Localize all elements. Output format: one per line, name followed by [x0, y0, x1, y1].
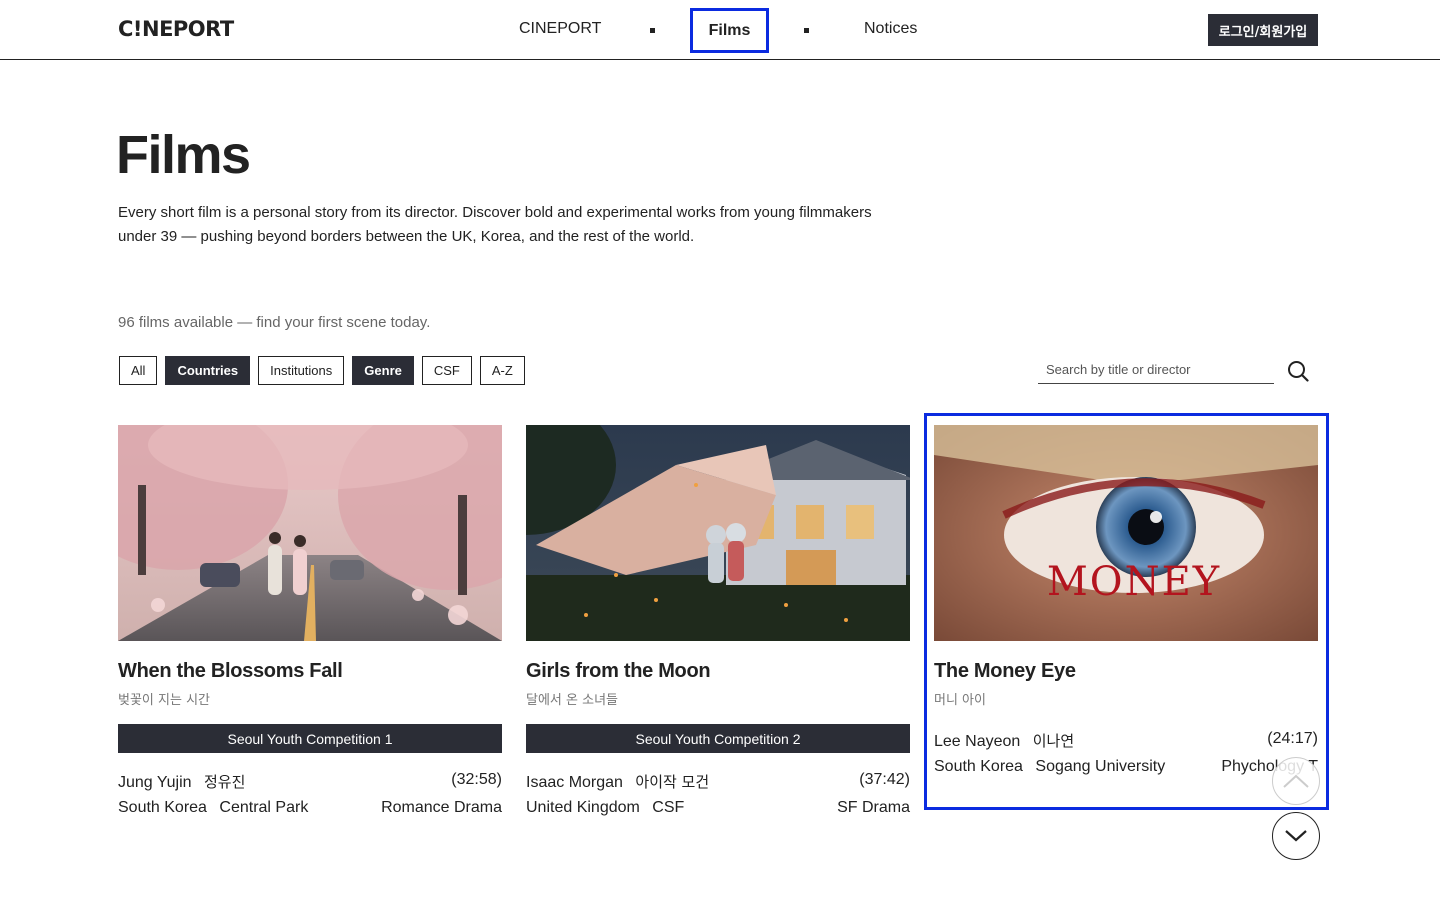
filter-all[interactable]: All	[119, 356, 158, 385]
film-country: United Kingdom	[526, 799, 640, 816]
director-name: Lee Nayeon	[934, 733, 1021, 750]
director-row: Lee Nayeon 이나연 (24:17)	[934, 730, 1318, 750]
film-country: South Korea	[118, 799, 207, 816]
page-description: Every short film is a personal story fro…	[118, 204, 872, 245]
nav-separator-dot	[804, 28, 809, 33]
director-name: Isaac Morgan	[526, 774, 623, 791]
director-name-korean: 아이작 모건	[635, 773, 710, 791]
film-thumbnail[interactable]	[118, 425, 502, 641]
competition-badge: Seoul Youth Competition 2	[526, 724, 910, 753]
film-card[interactable]: When the Blossoms Fall 벚꽃이 지는 시간 Seoul Y…	[118, 425, 502, 819]
film-info-row: South Korea Sogang University Phychology…	[934, 758, 1318, 778]
filter-genre[interactable]: Genre	[352, 356, 414, 385]
film-duration: (24:17)	[1267, 730, 1318, 747]
search-input[interactable]	[1038, 356, 1274, 383]
film-title[interactable]: The Money Eye	[934, 660, 1318, 683]
filter-institutions[interactable]: Institutions	[258, 356, 345, 385]
competition-badge: Seoul Youth Competition 1	[118, 724, 502, 753]
director-row: Isaac Morgan 아이작 모건 (37:42)	[526, 771, 910, 791]
film-title[interactable]: When the Blossoms Fall	[118, 660, 502, 683]
film-genre: SF Drama	[837, 799, 910, 816]
page-title: Films	[116, 125, 251, 185]
film-institution: Sogang University	[1035, 758, 1166, 775]
poster-money-text: MONEY	[1047, 559, 1221, 605]
search-field	[1038, 356, 1274, 384]
nav-films[interactable]: Films	[690, 8, 769, 53]
film-thumbnail[interactable]	[526, 425, 910, 641]
director-name-korean: 정유진	[204, 773, 246, 791]
director-name-korean: 이나연	[1032, 732, 1075, 750]
film-country: South Korea	[934, 758, 1023, 775]
scroll-down-button[interactable]	[1272, 812, 1320, 860]
film-title-korean: 달에서 온 소녀들	[526, 693, 618, 708]
site-header: C!NEPORT CINEPORT Films Notices 로그인/회원가입	[0, 0, 1440, 60]
nav-notices[interactable]: Notices	[864, 20, 917, 38]
filter-countries[interactable]: Countries	[165, 356, 251, 385]
search-icon[interactable]	[1286, 359, 1310, 383]
filter-csf[interactable]: CSF	[421, 356, 472, 385]
director-name: Jung Yujin	[118, 774, 192, 791]
film-genre: Romance Drama	[381, 799, 502, 816]
film-card[interactable]: Girls from the Moon 달에서 온 소녀들 Seoul Yout…	[526, 425, 910, 819]
nav-separator-dot	[650, 28, 655, 33]
film-title-korean: 머니 아이	[934, 693, 986, 708]
film-info-row: South Korea Central Park Romance Drama	[118, 799, 502, 819]
scroll-up-button[interactable]	[1272, 757, 1320, 805]
director-row: Jung Yujin 정유진 (32:58)	[118, 771, 502, 791]
films-count: 96 films available — find your first sce…	[118, 314, 431, 331]
film-card[interactable]: MONEY The Money Eye 머니 아이 Lee Nayeon 이나연…	[934, 425, 1318, 778]
film-institution: CSF	[652, 799, 685, 816]
film-duration: (32:58)	[451, 771, 502, 788]
film-title-korean: 벚꽃이 지는 시간	[118, 693, 210, 708]
film-institution: Central Park	[219, 799, 309, 816]
filter-a-z[interactable]: A-Z	[479, 356, 525, 385]
chevron-down-icon	[1285, 830, 1307, 842]
filter-bar: All Countries Institutions Genre CSF A-Z	[119, 356, 525, 385]
film-info-row: United Kingdom CSF SF Drama	[526, 799, 910, 819]
film-duration: (37:42)	[859, 771, 910, 788]
film-thumbnail[interactable]: MONEY	[934, 425, 1318, 641]
film-title[interactable]: Girls from the Moon	[526, 660, 910, 683]
login-signup-button[interactable]: 로그인/회원가입	[1208, 14, 1318, 46]
nav-cineport[interactable]: CINEPORT	[519, 20, 601, 38]
chevron-up-icon	[1283, 774, 1309, 788]
